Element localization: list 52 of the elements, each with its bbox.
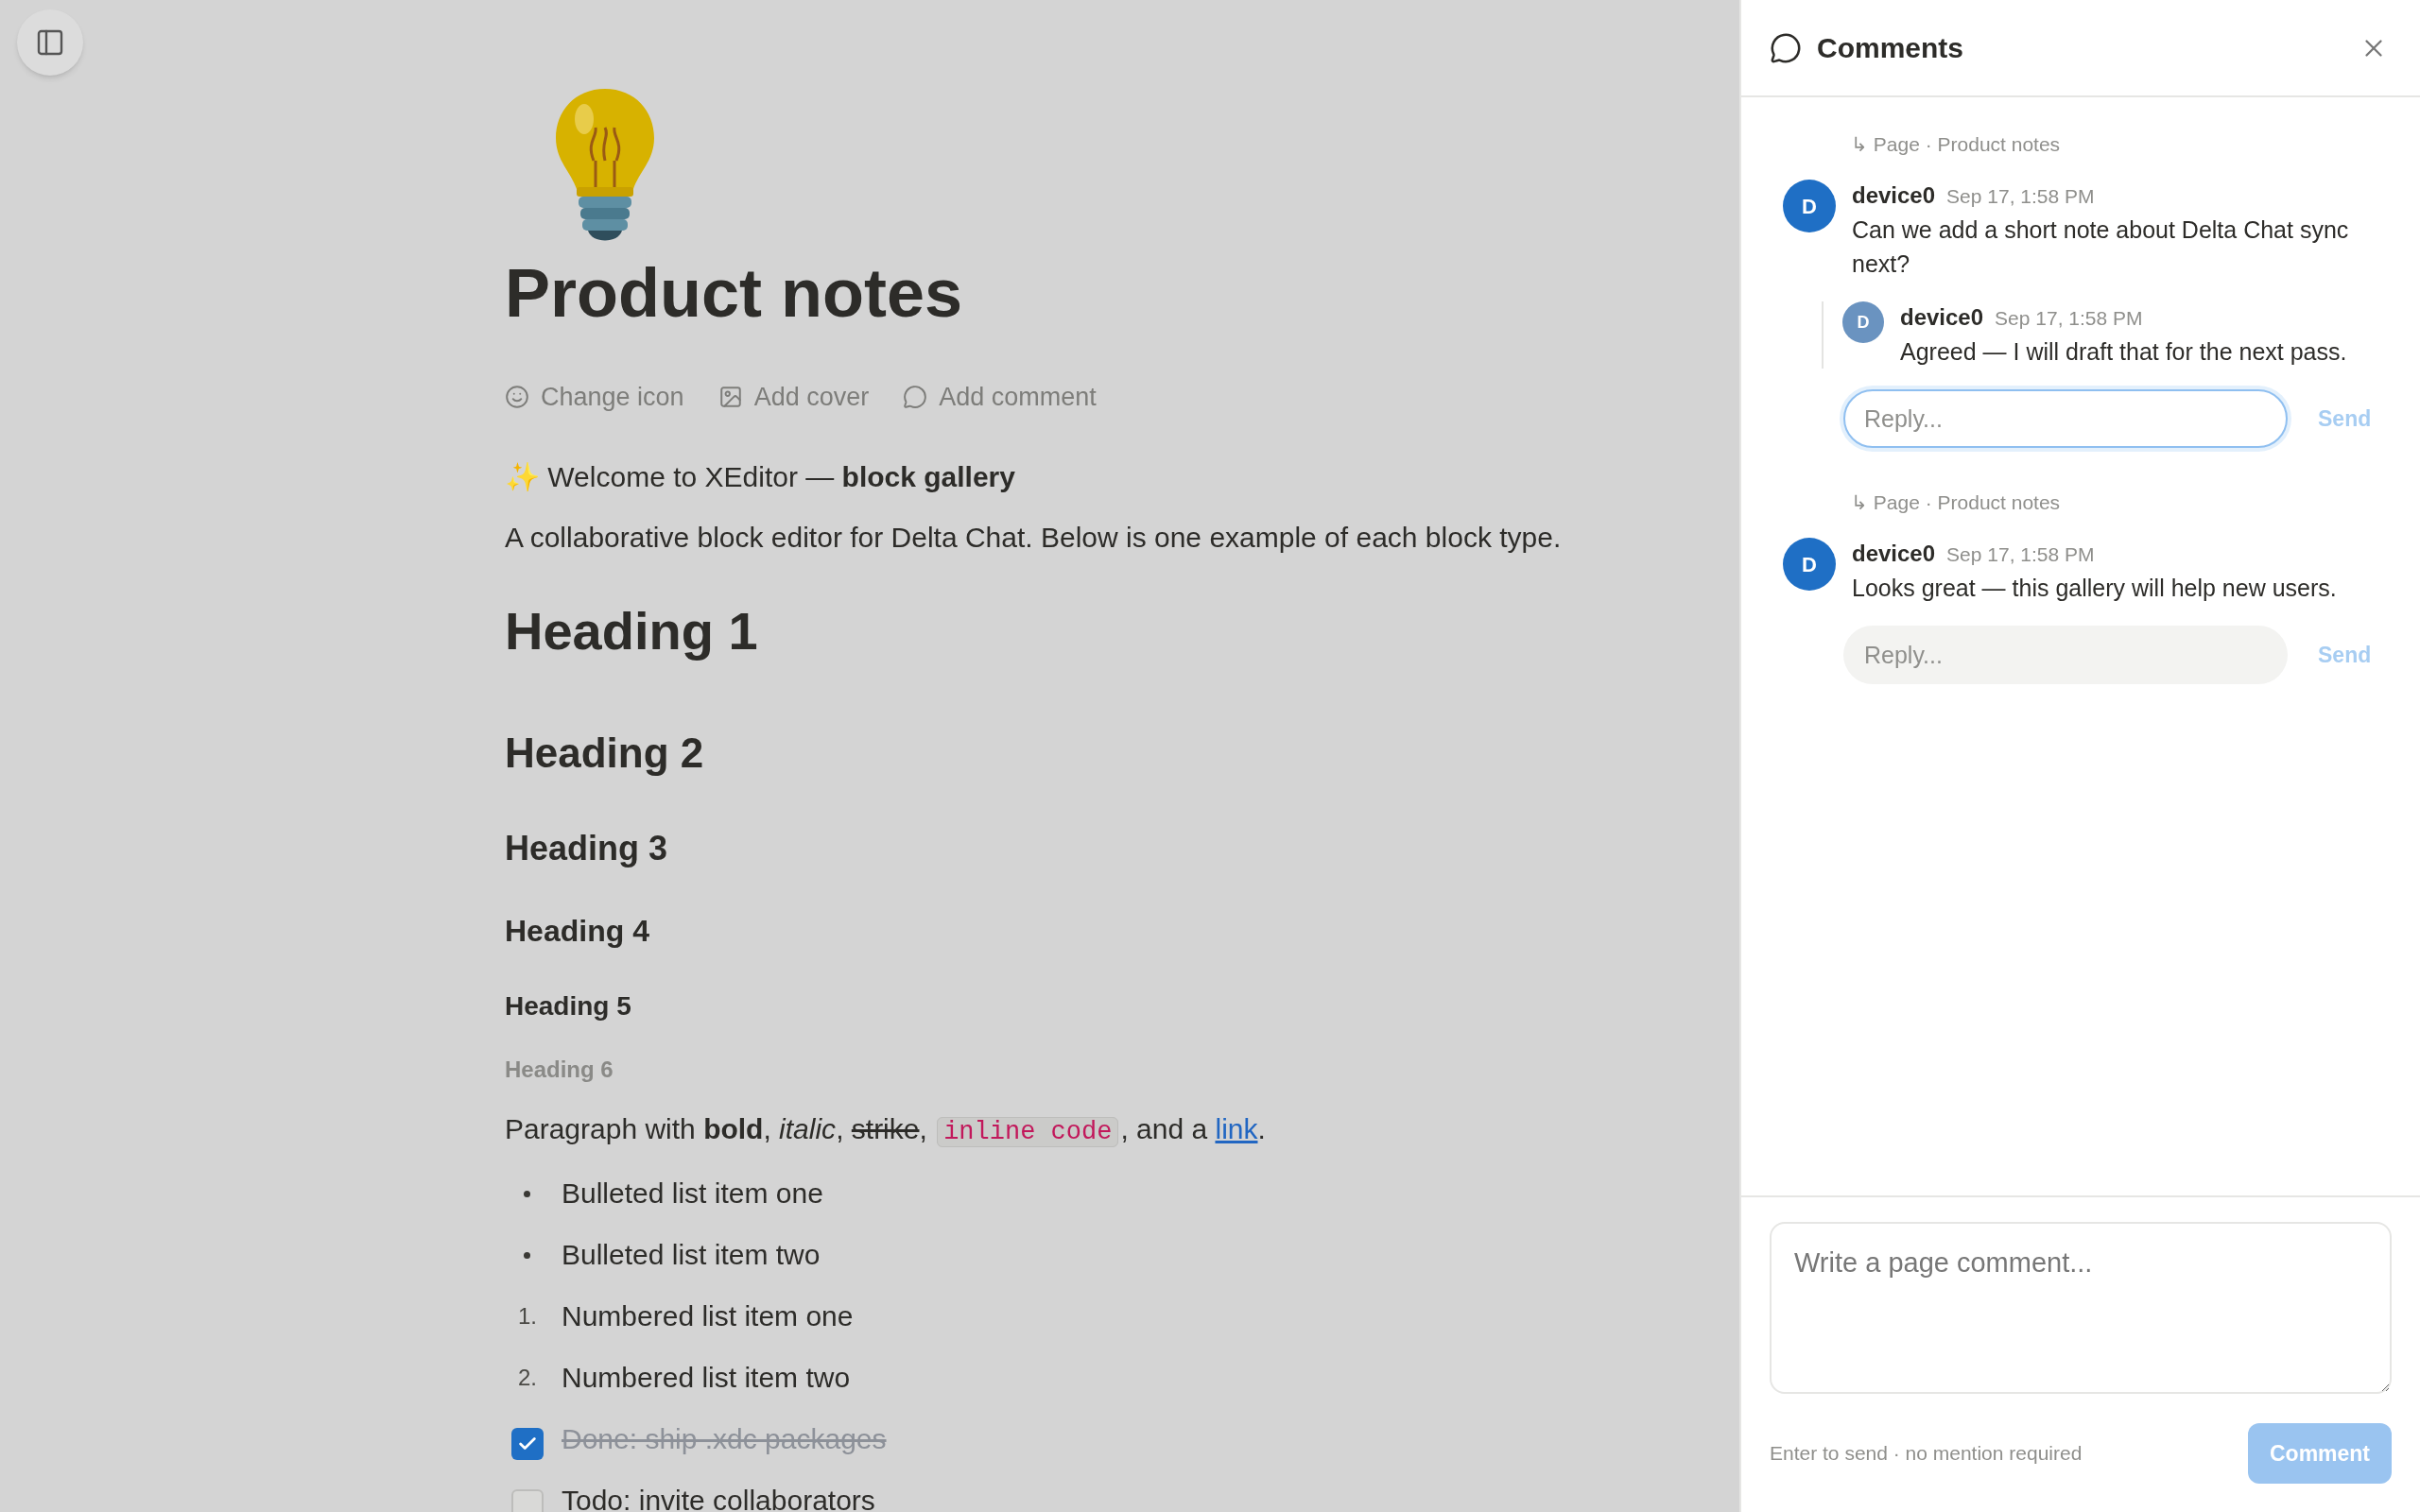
list-item: Numbered list item two — [562, 1361, 851, 1395]
timestamp: Sep 17, 1:58 PM — [1946, 542, 2095, 567]
heading: Heading 3 — [505, 828, 669, 869]
speech-bubble-icon — [903, 385, 928, 409]
inline-code: inline code — [937, 1117, 1119, 1147]
link[interactable]: link — [1215, 1113, 1258, 1144]
author-name: device0 — [1900, 303, 1984, 332]
sidebar-toggle-button[interactable] — [17, 9, 83, 76]
list-item: Bulleted list item one — [562, 1177, 823, 1211]
comment-text: Agreed — I will draft that for the next pass. — [1900, 337, 2348, 367]
page-action-button[interactable]: Add cover — [717, 377, 870, 417]
bullet-icon — [524, 1251, 530, 1259]
reply-field[interactable]: Reply... — [1843, 389, 2288, 448]
checkbox[interactable] — [511, 1428, 544, 1460]
checkbox[interactable] — [511, 1489, 544, 1512]
avatar: D — [1783, 180, 1836, 232]
page-title: Product notes — [505, 255, 964, 331]
avatar: D — [1842, 301, 1884, 343]
reply-field[interactable]: Reply... — [1843, 626, 2288, 684]
smiley-icon — [505, 385, 529, 409]
list-number: 1. — [518, 1302, 537, 1331]
heading: Heading 4 — [505, 913, 650, 950]
list-item: Numbered list item one — [562, 1299, 854, 1333]
comment-field[interactable]: Write a page comment... — [1770, 1222, 2392, 1394]
sidebar-icon — [35, 27, 65, 58]
comment-text: Can we add a short note about Delta Chat sync next? — [1852, 215, 2350, 279]
avatar: D — [1783, 538, 1836, 591]
page-action-button[interactable]: Change icon — [505, 377, 684, 417]
heading: Heading 5 — [505, 990, 632, 1022]
comment-anchor[interactable]: ↳ Page · Product notes — [1851, 489, 2386, 517]
hint-text: Enter to send · no mention required — [1770, 1441, 2083, 1467]
timestamp: Sep 17, 1:58 PM — [1995, 306, 2143, 331]
paragraph: ✨ Welcome to XEditor — block gallery — [505, 460, 1016, 494]
list-item: Bulleted list item two — [562, 1238, 821, 1272]
list-item: Done: ship .xdc packages — [562, 1422, 887, 1456]
panel-title: Comments — [1817, 31, 1964, 65]
comment-text: Looks great — this gallery will help new users. — [1852, 574, 2338, 603]
list-number: 2. — [518, 1364, 537, 1392]
heading: Heading 6 — [505, 1056, 614, 1084]
speech-bubble-icon — [1770, 31, 1802, 64]
author-name: device0 — [1852, 181, 1936, 210]
author-name: device0 — [1852, 540, 1936, 568]
paragraph: Paragraph with bold, italic, strike, inline code , and a link. — [505, 1112, 1267, 1149]
page-action-button[interactable]: Add comment — [903, 377, 1097, 417]
heading: Heading 1 — [505, 600, 759, 662]
paragraph: A collaborative block editor for Delta Chat. Below is one example of each block type. — [505, 521, 1563, 555]
bullet-icon — [524, 1190, 530, 1197]
timestamp: Sep 17, 1:58 PM — [1946, 184, 2095, 209]
list-item: Todo: invite collaborators — [562, 1484, 875, 1512]
image-icon — [717, 385, 743, 409]
comment-anchor[interactable]: ↳ Page · Product notes — [1851, 130, 2386, 159]
heading: Heading 2 — [505, 729, 705, 778]
